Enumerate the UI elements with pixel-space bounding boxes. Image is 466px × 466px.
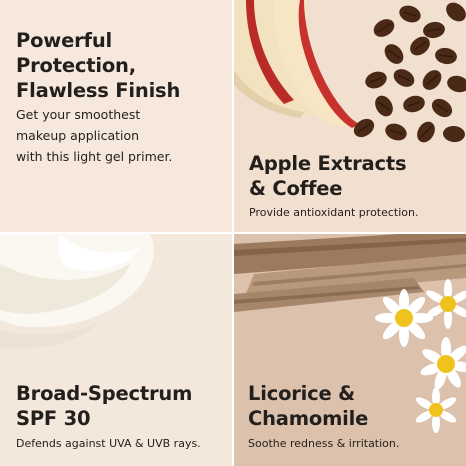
tile-3-heading-line-2: SPF 30 xyxy=(16,407,91,430)
tile-3-heading: Broad-Spectrum SPF 30 xyxy=(16,381,226,431)
tile-2-body-line-1: Provide antioxidant protection. xyxy=(249,206,419,219)
tile-1-heading-line-1: Powerful xyxy=(16,29,112,52)
gel-swirl-image xyxy=(0,234,154,349)
tile-1-heading-line-3: Flawless Finish xyxy=(16,79,181,102)
feature-grid: Powerful Protection, Flawless Finish Get… xyxy=(0,0,466,466)
apple-slice-image xyxy=(234,0,360,128)
tile-2-heading-line-1: Apple Extracts xyxy=(249,152,407,175)
tile-3-body: Defends against UVA & UVB rays. xyxy=(16,437,226,451)
tile-4-body-line-1: Soothe redness & irritation. xyxy=(248,437,400,450)
tile-1-heading: Powerful Protection, Flawless Finish xyxy=(16,28,226,103)
tile-1-heading-line-2: Protection, xyxy=(16,54,136,77)
tile-3-heading-line-1: Broad-Spectrum xyxy=(16,382,193,405)
tile-3-body-line-1: Defends against UVA & UVB rays. xyxy=(16,437,201,450)
tile-4-body: Soothe redness & irritation. xyxy=(248,437,458,451)
tile-1-body-line-2: makeup application xyxy=(16,128,140,143)
licorice-root-image xyxy=(234,234,466,312)
tile-2-heading: Apple Extracts & Coffee xyxy=(249,151,459,201)
tile-4-heading: Licorice & Chamomile xyxy=(248,381,458,431)
tile-2-heading-line-2: & Coffee xyxy=(249,177,343,200)
tile-licorice-chamomile: Licorice & Chamomile Soothe redness & ir… xyxy=(234,234,466,466)
tile-1-body-line-3: with this light gel primer. xyxy=(16,149,173,164)
tile-spf: Broad-Spectrum SPF 30 Defends against UV… xyxy=(0,234,232,466)
tile-flawless-finish: Powerful Protection, Flawless Finish Get… xyxy=(0,0,232,232)
tile-1-body: Get your smoothest makeup application wi… xyxy=(16,104,221,167)
tile-4-heading-line-1: Licorice & xyxy=(248,382,355,405)
tile-2-body: Provide antioxidant protection. xyxy=(249,206,459,220)
coffee-beans-image xyxy=(353,2,466,143)
tile-4-heading-line-2: Chamomile xyxy=(248,407,369,430)
tile-apple-coffee: Apple Extracts & Coffee Provide antioxid… xyxy=(234,0,466,232)
tile-1-body-line-1: Get your smoothest xyxy=(16,107,141,122)
licorice-chamomile-image xyxy=(234,234,466,433)
